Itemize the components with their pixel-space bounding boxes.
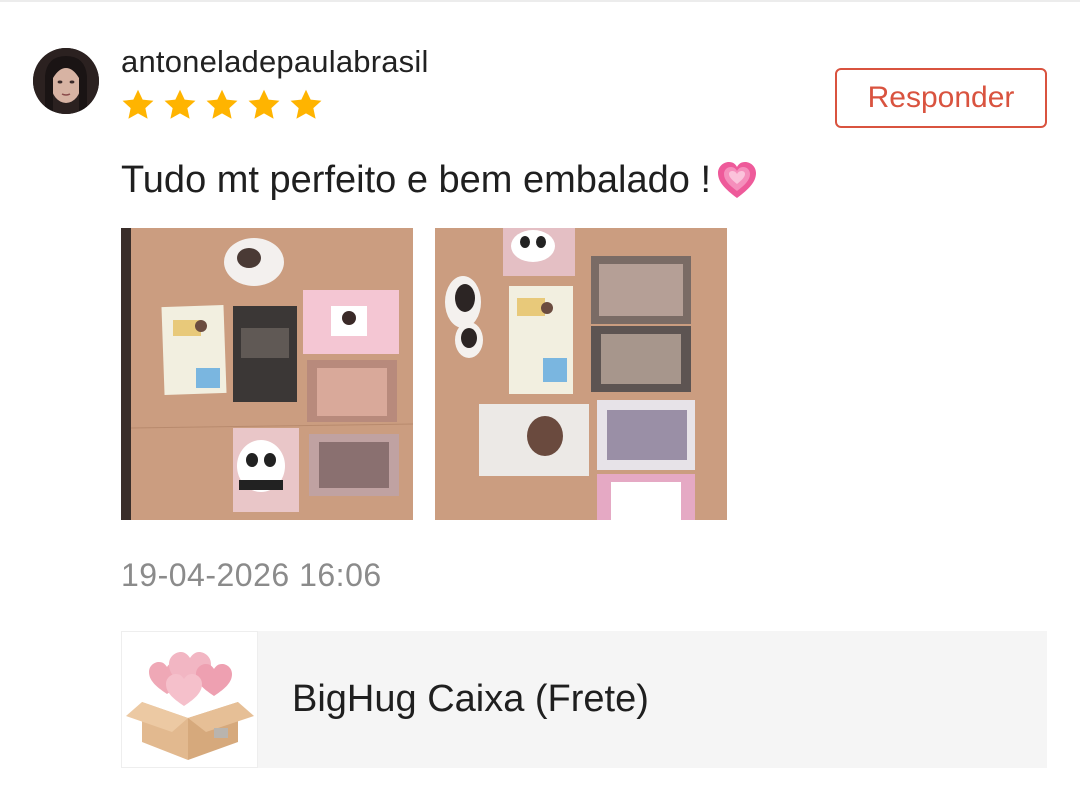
reviewer-username[interactable]: antoneladepaulabrasil [121, 44, 429, 80]
product-thumbnail [121, 631, 258, 768]
star-icon [206, 89, 238, 119]
growing-heart-icon [718, 162, 757, 198]
star-icon [290, 89, 322, 119]
heart-box-icon [122, 632, 257, 767]
review-timestamp: 19-04-2026 16:06 [121, 557, 382, 593]
reply-button[interactable]: Responder [835, 68, 1047, 128]
rating-stars [120, 87, 324, 123]
product-name[interactable]: BigHug Caixa (Frete) [292, 678, 649, 721]
review-comment: Tudo mt perfeito e bem embalado ! [121, 158, 759, 202]
star-icon [248, 89, 280, 119]
comment-text: Tudo mt perfeito e bem embalado ! [121, 158, 712, 201]
star-icon [122, 89, 154, 119]
top-divider [0, 0, 1080, 2]
review-photo-1[interactable] [121, 228, 413, 520]
star-icon [164, 89, 196, 119]
product-card[interactable]: BigHug Caixa (Frete) [121, 631, 1047, 768]
user-avatar[interactable] [33, 48, 99, 114]
review-photo-2[interactable] [435, 228, 727, 520]
